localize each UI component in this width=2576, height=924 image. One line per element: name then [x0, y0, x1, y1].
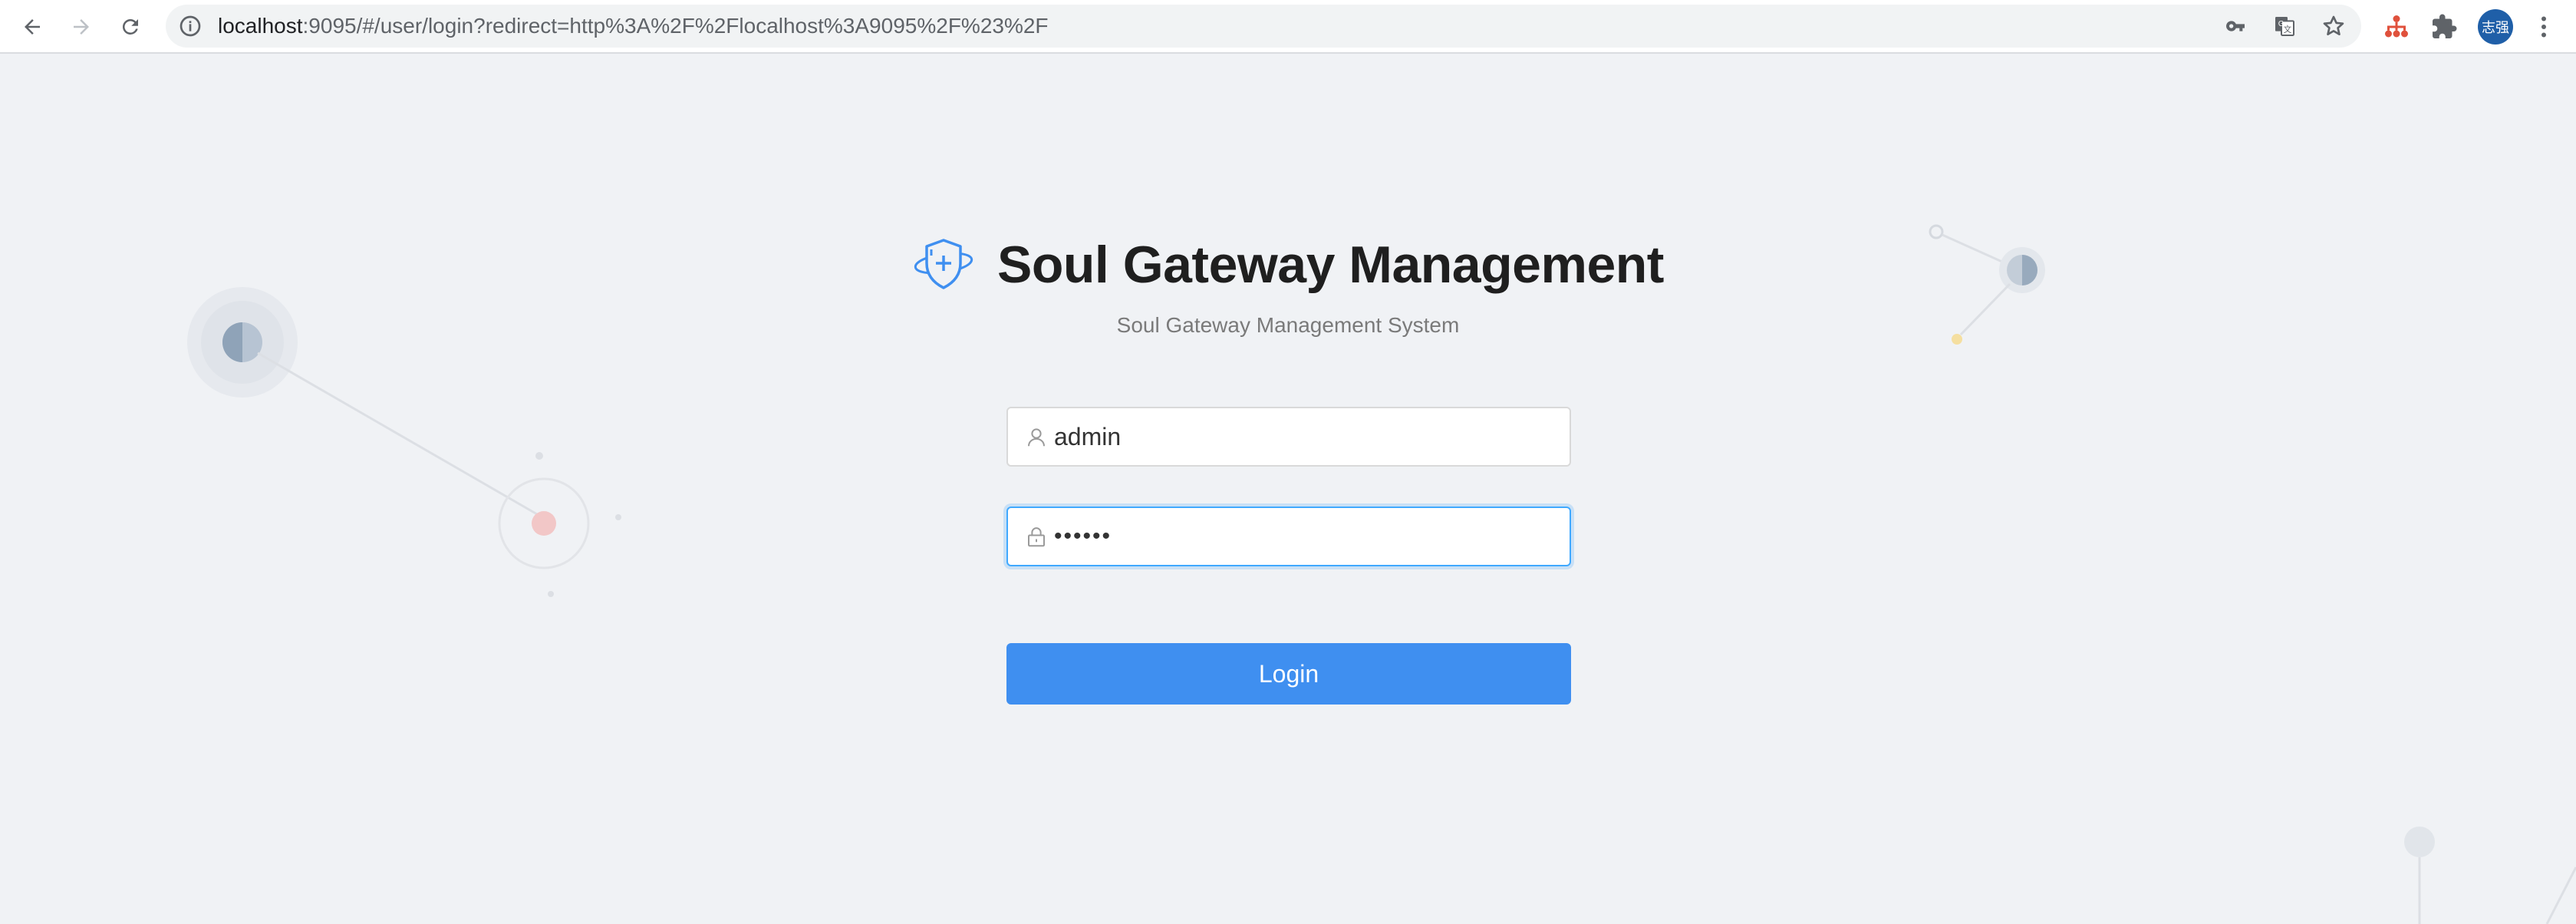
reload-button[interactable]: [114, 10, 147, 44]
login-button[interactable]: Login: [1006, 643, 1571, 705]
forward-arrow-icon: [74, 19, 89, 35]
user-icon: [1028, 428, 1045, 447]
username-value: admin: [1054, 423, 1122, 450]
background-decoration: [187, 224, 2576, 924]
star-icon[interactable]: [2321, 14, 2346, 38]
extension-hierarchy-icon[interactable]: [2383, 13, 2410, 41]
page-subtitle: Soul Gateway Management System: [1116, 313, 1460, 337]
reload-icon: [122, 18, 138, 35]
forward-button[interactable]: [64, 10, 98, 44]
page-title: Soul Gateway Management: [997, 236, 1664, 294]
lock-icon: [1028, 527, 1045, 547]
puzzle-icon[interactable]: [2430, 13, 2458, 41]
password-field[interactable]: ••••••: [1006, 507, 1571, 566]
login-page: Soul Gateway Management Soul Gateway Man…: [0, 54, 2576, 924]
url-path: :9095/#/user/login?redirect=http%3A%2F%2…: [302, 14, 1049, 38]
url-text: localhost:9095/#/user/login?redirect=htt…: [218, 5, 1049, 48]
svg-text:文: 文: [2284, 25, 2292, 35]
key-icon[interactable]: [2223, 14, 2248, 38]
address-bar[interactable]: localhost:9095/#/user/login?redirect=htt…: [166, 5, 2361, 48]
back-button[interactable]: [15, 10, 49, 44]
more-vert-icon[interactable]: [2530, 13, 2558, 41]
profile-avatar[interactable]: 志强: [2478, 9, 2513, 45]
username-field[interactable]: admin: [1006, 407, 1571, 467]
browser-toolbar: localhost:9095/#/user/login?redirect=htt…: [0, 0, 2576, 54]
url-host: localhost: [218, 14, 303, 38]
svg-text:G: G: [2278, 20, 2284, 28]
login-header: Soul Gateway Management: [913, 230, 1664, 299]
back-arrow-icon: [25, 19, 40, 35]
password-value: ••••••: [1054, 523, 1112, 549]
site-info-icon[interactable]: [178, 14, 203, 38]
shield-logo-icon: [914, 239, 973, 289]
translate-icon[interactable]: 文 G: [2272, 14, 2297, 38]
